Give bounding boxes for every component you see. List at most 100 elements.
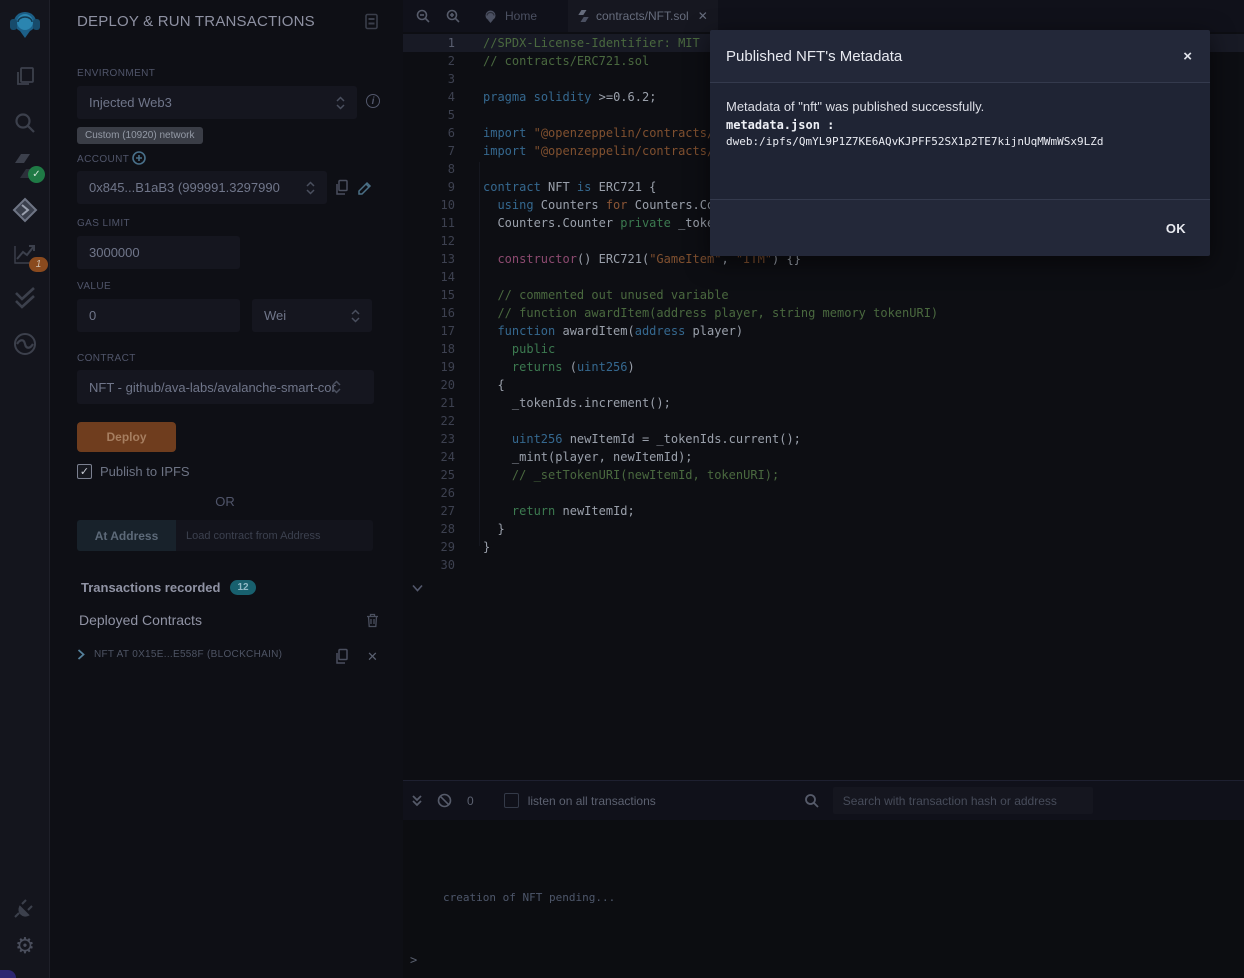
modal-close-icon[interactable]: ×	[1183, 49, 1192, 64]
code-line[interactable]: 25 // _setTokenURI(newItemId, tokenURI);	[403, 466, 1244, 484]
code-line[interactable]: 21 _tokenIds.increment();	[403, 394, 1244, 412]
code-line[interactable]: 28 }	[403, 520, 1244, 538]
info-icon[interactable]: i	[366, 94, 380, 108]
environment-value: Injected Web3	[89, 95, 172, 110]
deployed-contracts-label: Deployed Contracts	[79, 612, 202, 628]
caret-updown-icon	[336, 96, 345, 110]
listen-all-checkbox[interactable]	[504, 793, 519, 808]
value-field	[77, 299, 240, 332]
caret-updown-icon	[332, 380, 341, 394]
account-label: ACCOUNT	[77, 154, 129, 165]
terminal-prompt: >	[410, 953, 417, 967]
code-line[interactable]: 22	[403, 412, 1244, 430]
debugger-icon[interactable]	[0, 330, 50, 358]
terminal-bar: 0 listen on all transactions	[403, 780, 1244, 820]
modal-body: Metadata of "nft" was published successf…	[710, 83, 1210, 199]
code-line[interactable]: 30	[403, 556, 1244, 574]
docs-icon[interactable]	[364, 13, 379, 30]
modal-title: Published NFT's Metadata	[726, 48, 902, 65]
trash-icon[interactable]	[366, 613, 379, 628]
account-value: 0x845...B1aB3 (999991.3297990	[89, 180, 280, 195]
settings-gear-icon[interactable]: ⚙	[0, 936, 50, 958]
zoom-in-icon[interactable]	[445, 8, 461, 24]
or-label: OR	[77, 494, 373, 509]
account-select[interactable]: 0x845...B1aB3 (999991.3297990	[77, 171, 327, 204]
terminal-search-input[interactable]	[833, 787, 1093, 814]
clear-terminal-icon[interactable]	[437, 793, 452, 808]
deploy-run-icon[interactable]	[0, 196, 50, 224]
caret-updown-icon	[351, 309, 360, 323]
terminal-log: creation of NFT pending...	[443, 891, 615, 904]
zoom-out-icon[interactable]	[415, 8, 431, 24]
solidity-file-icon	[578, 9, 589, 23]
caret-updown-icon	[306, 181, 315, 195]
chevron-down-icon[interactable]	[412, 584, 423, 592]
terminal-content[interactable]: creation of NFT pending... >	[403, 820, 1244, 978]
code-line[interactable]: 19 returns (uint256)	[403, 358, 1244, 376]
transactions-recorded-row[interactable]: Transactions recorded 12	[81, 580, 256, 595]
code-line[interactable]: 20 {	[403, 376, 1244, 394]
copy-account-icon[interactable]	[334, 179, 349, 196]
tab-home[interactable]: Home	[473, 0, 547, 32]
gas-limit-field	[77, 236, 240, 269]
environment-select[interactable]: Injected Web3	[77, 86, 357, 119]
at-address-input[interactable]	[176, 520, 373, 551]
remix-logo-icon[interactable]	[0, 7, 50, 43]
modal-footer: OK	[710, 199, 1210, 256]
code-line[interactable]: 24 _mint(player, newItemId);	[403, 448, 1244, 466]
deployed-contract-label: NFT AT 0X15E...E558F (BLOCKCHAIN)	[94, 649, 282, 660]
icon-bar: ✓ 1 ⚙	[0, 0, 50, 978]
value-unit-select[interactable]: Wei	[252, 299, 372, 332]
modal-file-label: metadata.json :	[726, 118, 1194, 132]
ok-button[interactable]: OK	[1166, 221, 1186, 236]
code-line[interactable]: 29}	[403, 538, 1244, 556]
value-label: VALUE	[77, 281, 111, 292]
gas-limit-label: GAS LIMIT	[77, 218, 130, 229]
code-line[interactable]: 16 // function awardItem(address player,…	[403, 304, 1244, 322]
modal-message: Metadata of "nft" was published successf…	[726, 99, 1194, 114]
terminal-search-icon	[804, 793, 819, 808]
modal-header: Published NFT's Metadata ×	[710, 30, 1210, 83]
edit-account-icon[interactable]	[357, 180, 373, 196]
close-tab-icon[interactable]: ✕	[698, 9, 708, 23]
contract-value: NFT - github/ava-labs/avalanche-smart-co…	[89, 380, 336, 395]
plugin-manager-icon[interactable]	[0, 894, 50, 920]
code-line[interactable]: 14	[403, 268, 1244, 286]
deploy-button[interactable]: Deploy	[77, 422, 176, 452]
unit-testing-icon[interactable]	[0, 285, 50, 311]
tab-bar: Home contracts/NFT.sol ✕	[403, 0, 1244, 32]
file-explorer-icon[interactable]	[0, 64, 50, 90]
listen-all-label: listen on all transactions	[528, 794, 656, 808]
contract-select[interactable]: NFT - github/ava-labs/avalanche-smart-co…	[77, 370, 374, 404]
deployed-contract-item[interactable]: NFT AT 0X15E...E558F (BLOCKCHAIN)	[77, 649, 282, 660]
transactions-count-badge: 12	[230, 580, 255, 595]
analytics-count-badge: 1	[29, 257, 48, 272]
value-unit: Wei	[264, 308, 286, 323]
environment-label: ENVIRONMENT	[77, 68, 155, 79]
terminal-collapse-icon[interactable]	[411, 794, 423, 808]
code-line[interactable]: 18 public	[403, 340, 1244, 358]
published-metadata-modal: Published NFT's Metadata × Metadata of "…	[710, 30, 1210, 256]
compiler-success-badge: ✓	[28, 166, 45, 183]
deploy-run-panel: DEPLOY & RUN TRANSACTIONS ENVIRONMENT In…	[50, 0, 403, 978]
modal-ipfs-uri: dweb:/ipfs/QmYL9P1Z7KE6AQvKJPFF52SX1p2TE…	[726, 135, 1194, 148]
add-account-icon[interactable]	[132, 151, 146, 165]
terminal-count: 0	[467, 794, 474, 808]
gas-limit-input[interactable]	[89, 245, 228, 260]
contract-label: CONTRACT	[77, 353, 136, 364]
code-line[interactable]: 23 uint256 newItemId = _tokenIds.current…	[403, 430, 1244, 448]
value-input[interactable]	[89, 308, 228, 323]
tab-contracts-nft-sol[interactable]: contracts/NFT.sol ✕	[568, 0, 718, 32]
code-line[interactable]: 27 return newItemId;	[403, 502, 1244, 520]
code-line[interactable]: 17 function awardItem(address player)	[403, 322, 1244, 340]
copy-contract-icon[interactable]	[334, 648, 349, 665]
search-icon[interactable]	[0, 110, 50, 136]
chevron-right-icon[interactable]	[77, 649, 85, 660]
panel-title: DEPLOY & RUN TRANSACTIONS	[77, 13, 315, 30]
remove-contract-icon[interactable]: ✕	[367, 649, 378, 665]
remix-home-icon	[483, 9, 498, 24]
code-line[interactable]: 15 // commented out unused variable	[403, 286, 1244, 304]
code-line[interactable]: 26	[403, 484, 1244, 502]
at-address-button[interactable]: At Address	[77, 520, 176, 551]
publish-ipfs-checkbox[interactable]: ✓	[77, 464, 92, 479]
